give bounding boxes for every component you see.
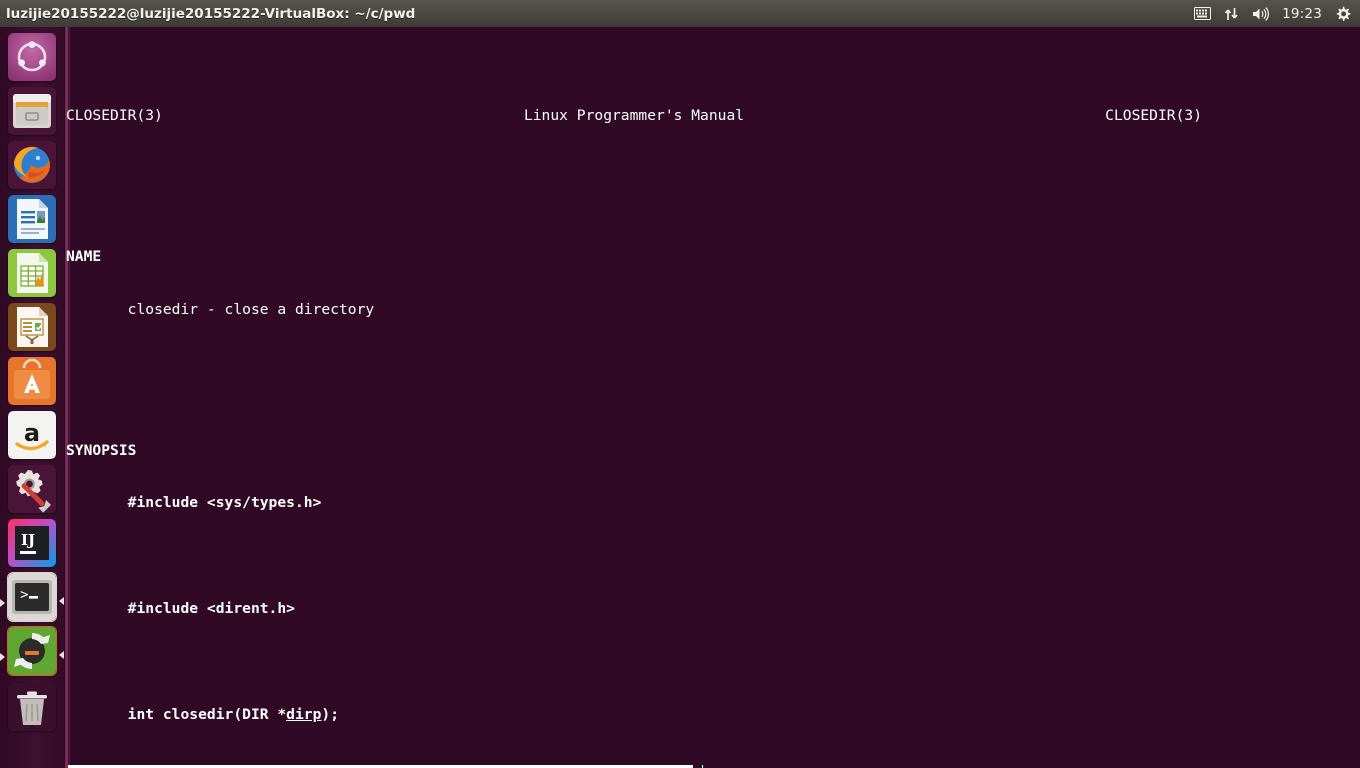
sidebar-item-ubuntu-dash[interactable] [8, 33, 56, 81]
section-title-name: NAME [66, 248, 102, 266]
prototype-suffix: ); [321, 705, 340, 723]
network-updown-icon[interactable] [1224, 0, 1239, 27]
section-title-synopsis: SYNOPSIS [66, 441, 137, 459]
man-header-spacer1 [163, 107, 524, 124]
section-body-name: closedir - close a directory [66, 301, 1360, 319]
sidebar-item-firefox[interactable] [8, 141, 56, 189]
keyboard-icon[interactable] [1194, 0, 1212, 27]
top-panel: luzijie20155222@luzijie20155222-VirtualB… [0, 0, 1360, 27]
include-dirent: #include <dirent.h> [127, 600, 295, 617]
svg-text:IJ: IJ [21, 531, 35, 549]
clock[interactable]: 19:23 [1282, 0, 1322, 27]
svg-text:>: > [20, 587, 28, 603]
sidebar-item-terminal[interactable]: > [8, 573, 56, 621]
sidebar-item-ubuntu-software-center[interactable] [8, 357, 56, 405]
prototype-arg: dirp [286, 705, 322, 723]
sidebar-item-libreoffice-impress[interactable] [8, 303, 56, 351]
system-tray: 19:23 [1194, 0, 1360, 27]
terminal-window[interactable]: CLOSEDIR(3) Linux Programmer's Manual CL… [64, 27, 1360, 768]
sidebar-item-libreoffice-writer[interactable] [8, 195, 56, 243]
launcher-pip-right-updater [59, 651, 64, 659]
unity-launcher: a IJ > [0, 27, 65, 768]
sidebar-item-trash[interactable] [8, 683, 56, 731]
include-sys-types: #include <sys/types.h> [127, 494, 322, 512]
launcher-pip-left-terminal [0, 599, 5, 607]
man-header-spacer2 [744, 107, 1105, 124]
svg-text:a: a [24, 419, 40, 447]
volume-icon[interactable] [1252, 0, 1270, 27]
sidebar-item-software-updater[interactable] [8, 627, 56, 675]
man-header-left: CLOSEDIR(3) [66, 107, 163, 125]
sidebar-item-amazon[interactable]: a [8, 411, 56, 459]
man-header: CLOSEDIR(3) Linux Programmer's Manual CL… [66, 107, 1360, 125]
launcher-pip-right-terminal [59, 597, 64, 605]
synopsis-include-1: #include <sys/types.h> [66, 494, 1360, 512]
gear-icon[interactable] [1335, 0, 1351, 27]
name-body-text: closedir - close a directory [127, 300, 375, 318]
window-title: luzijie20155222@luzijie20155222-VirtualB… [6, 5, 416, 22]
launcher-pip-left-updater [0, 653, 5, 661]
prototype-prefix: int closedir(DIR * [127, 705, 287, 723]
sidebar-item-system-settings[interactable] [8, 465, 56, 513]
sidebar-item-libreoffice-calc[interactable] [8, 249, 56, 297]
synopsis-prototype: int closedir(DIR *dirp); [66, 706, 1360, 724]
man-page-content: CLOSEDIR(3) Linux Programmer's Manual CL… [64, 27, 1360, 768]
sidebar-item-intellij-idea[interactable]: IJ [8, 519, 56, 567]
man-header-right: CLOSEDIR(3) [1105, 107, 1203, 125]
man-header-center: Linux Programmer's Manual [523, 107, 745, 125]
synopsis-include-2: #include <dirent.h> [66, 600, 1360, 618]
sidebar-item-files[interactable] [8, 87, 56, 135]
desktop-screen: luzijie20155222@luzijie20155222-VirtualB… [0, 0, 1360, 768]
